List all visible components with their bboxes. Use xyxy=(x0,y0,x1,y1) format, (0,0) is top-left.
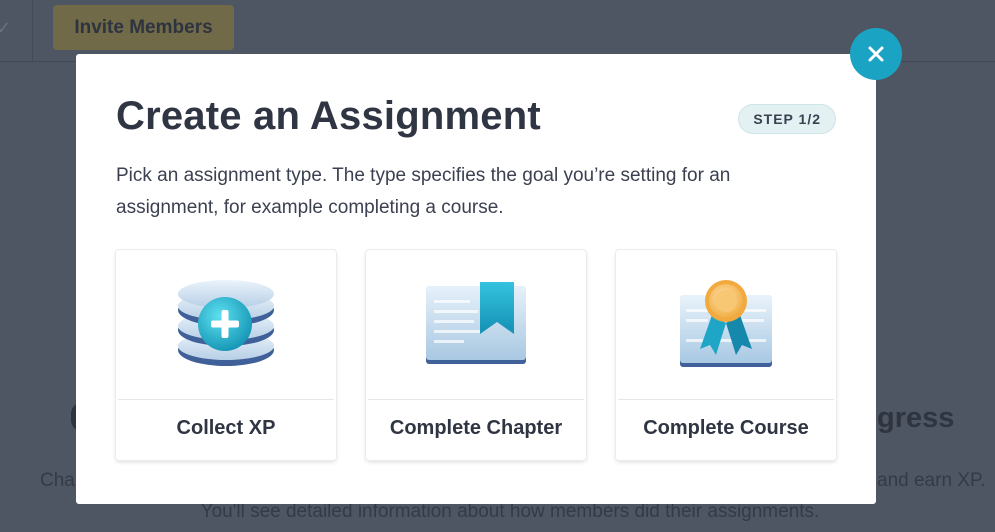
step-badge: STEP 1/2 xyxy=(738,104,836,134)
assignment-type-complete-chapter[interactable]: Complete Chapter xyxy=(366,250,586,460)
card-label: Collect XP xyxy=(176,417,276,439)
background-heading-fragment: gress xyxy=(877,402,955,434)
close-icon xyxy=(868,46,884,62)
assignment-type-complete-course[interactable]: Complete Course xyxy=(616,250,836,460)
close-button[interactable] xyxy=(850,28,902,80)
xp-stack-icon xyxy=(116,250,336,398)
card-divider xyxy=(618,399,834,400)
invite-members-button[interactable]: Invite Members xyxy=(53,5,234,50)
assignment-type-list: Collect XP Complete Chapter Complete Cou… xyxy=(116,250,836,460)
assignment-type-collect-xp[interactable]: Collect XP xyxy=(116,250,336,460)
modal-description: Pick an assignment type. The type specif… xyxy=(116,165,731,218)
chapter-book-icon xyxy=(366,250,586,398)
background-text-right: and earn XP. xyxy=(877,470,986,491)
card-divider xyxy=(368,399,584,400)
card-label: Complete Course xyxy=(643,417,809,439)
top-bar: ✓ Invite Members xyxy=(0,0,995,62)
background-text-bottom: You'll see detailed information about ho… xyxy=(200,501,820,522)
create-assignment-modal: Create an Assignment STEP 1/2 Pick an as… xyxy=(76,54,876,504)
card-label: Complete Chapter xyxy=(389,417,563,439)
divider xyxy=(32,0,33,62)
background-text-left: Cha xyxy=(40,470,75,491)
chevron-icon: ✓ xyxy=(0,18,12,38)
modal-title: Create an Assignment xyxy=(116,94,541,138)
course-certificate-icon xyxy=(616,250,836,398)
card-divider xyxy=(118,399,334,400)
